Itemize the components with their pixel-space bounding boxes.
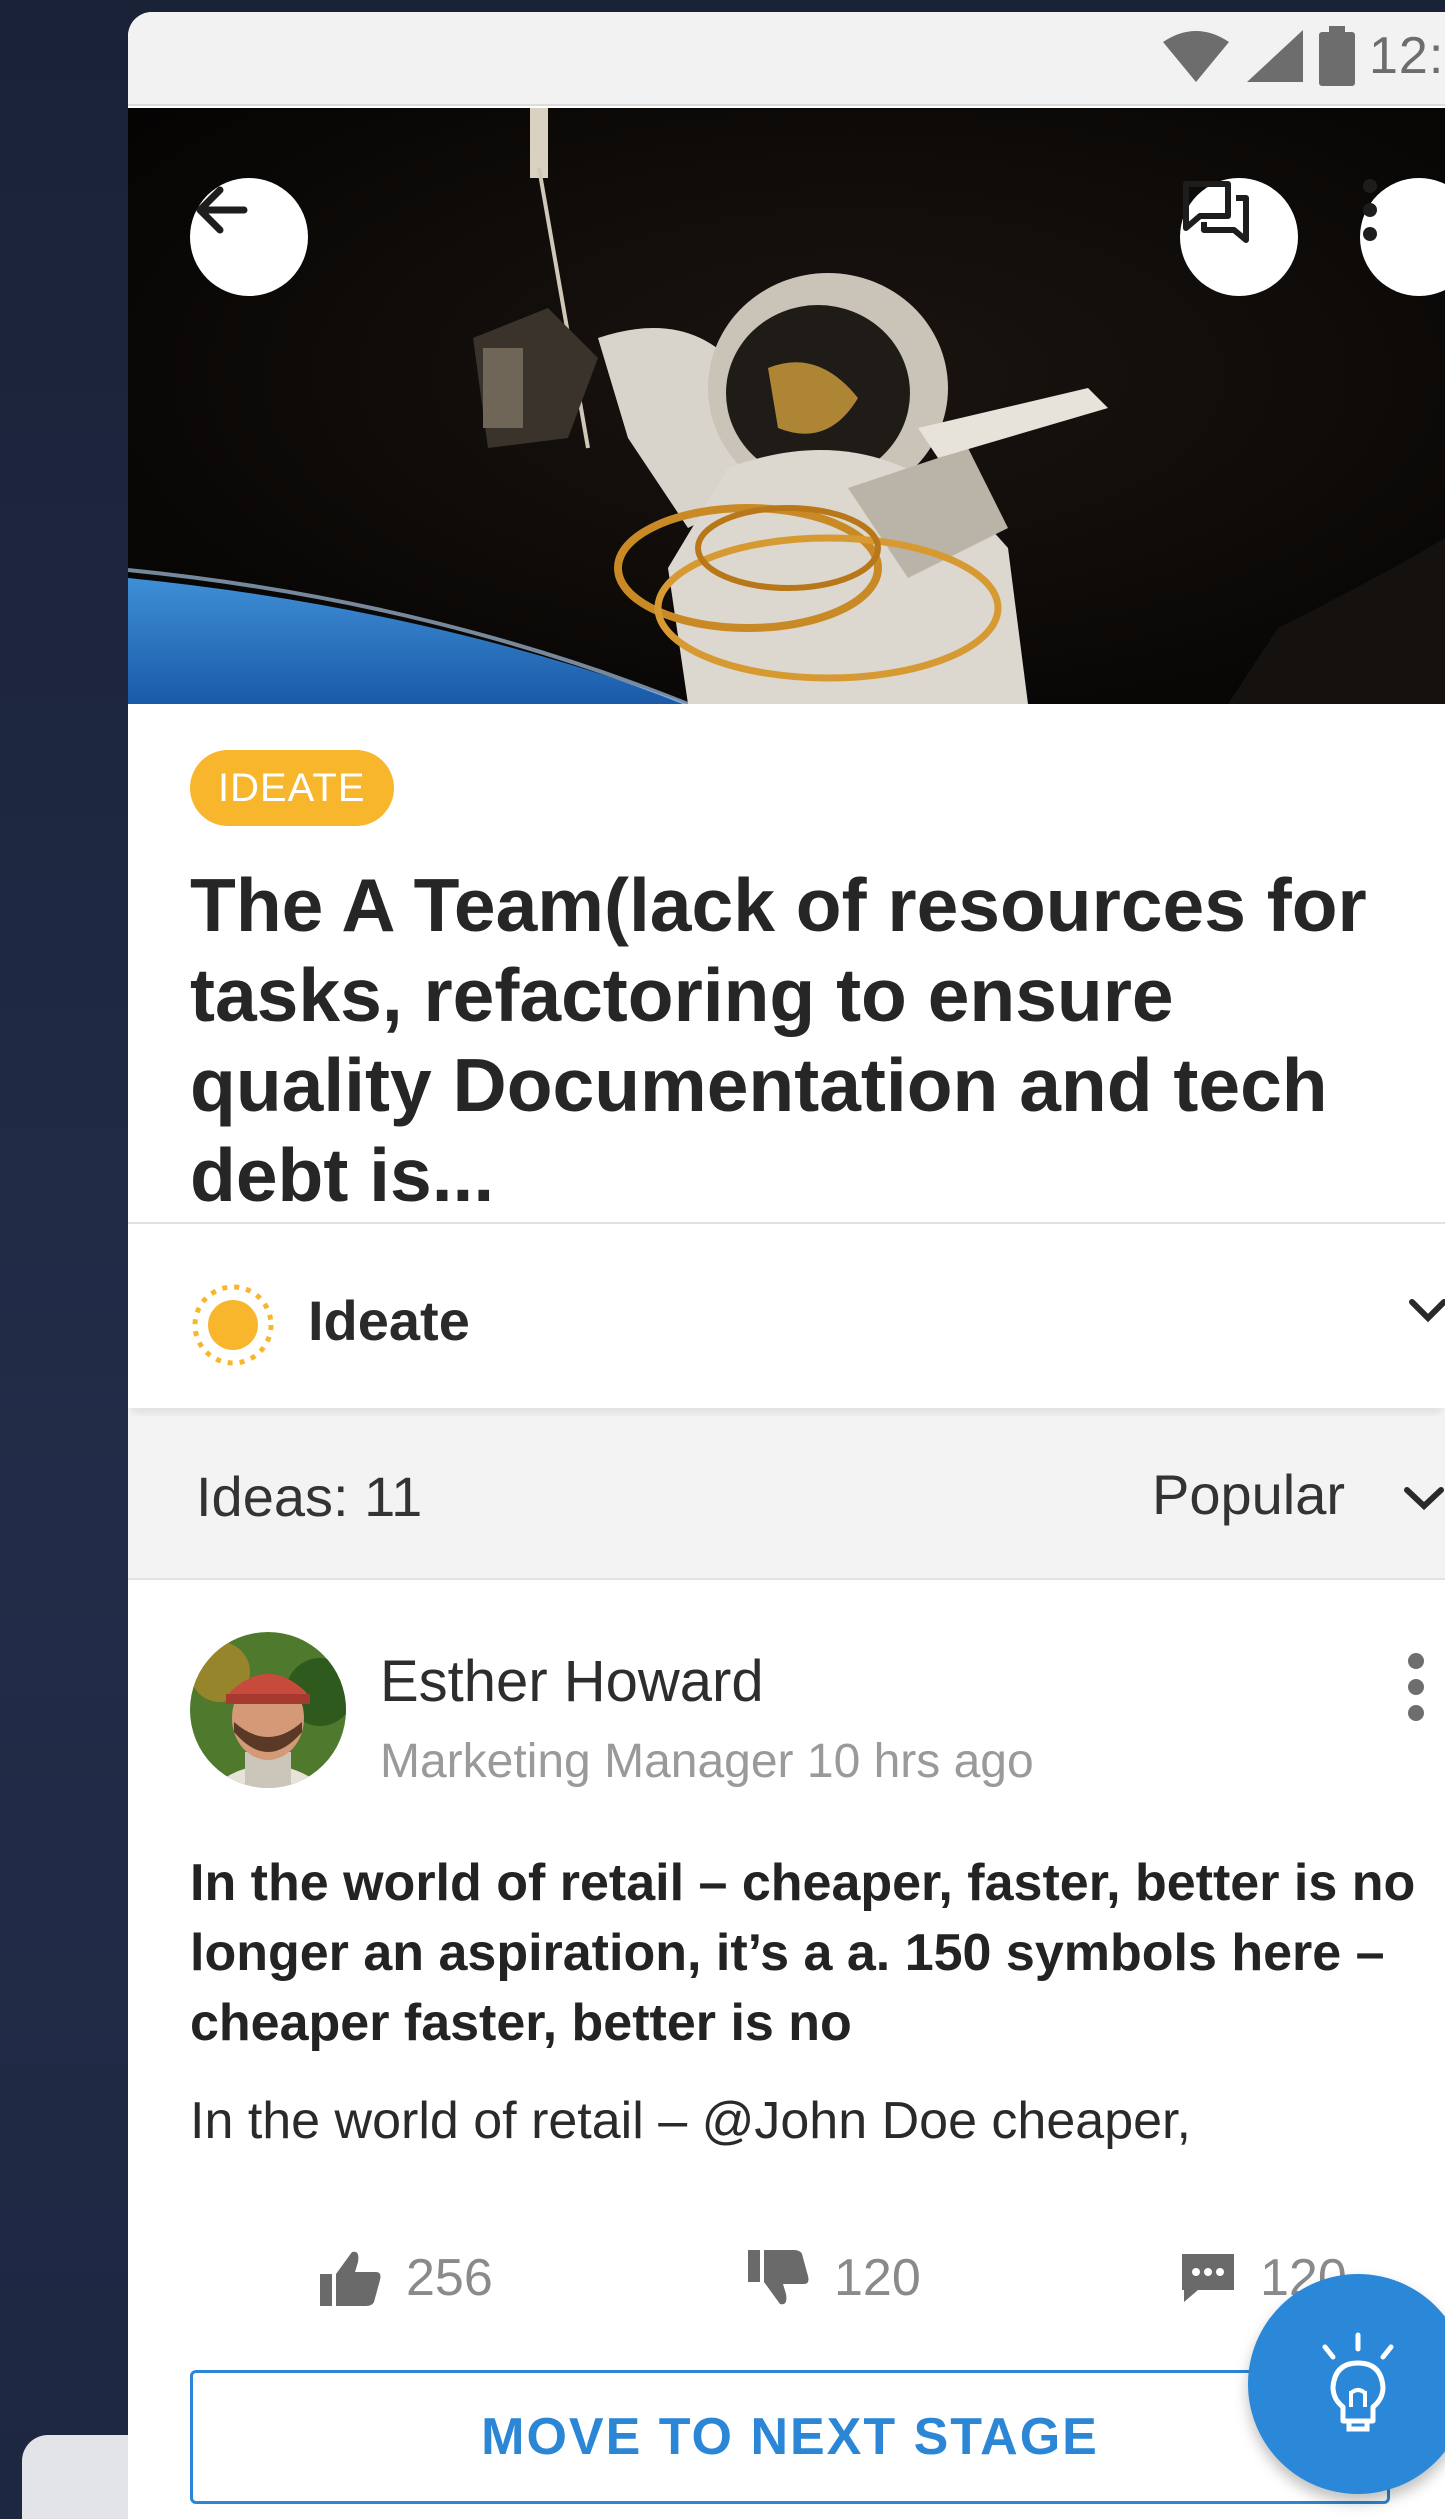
author-name[interactable]: Esther Howard: [380, 1648, 764, 1715]
status-time: 12:: [1369, 27, 1445, 85]
hero-image: [128, 108, 1445, 704]
chat-icon: [1183, 181, 1249, 243]
chevron-down-icon: [1409, 1299, 1445, 1323]
status-icons: 12:: [1161, 26, 1445, 86]
like-count: 256: [406, 2249, 493, 2307]
chevron-down-icon[interactable]: [1403, 1484, 1445, 1514]
stage-selector[interactable]: Ideate: [128, 1228, 1445, 1408]
dislike-count: 120: [834, 2249, 921, 2307]
sun-icon: [192, 1284, 274, 1366]
arrow-left-icon: [196, 186, 248, 234]
battery-icon: [1319, 26, 1355, 86]
thumbs-down-icon: [748, 2250, 809, 2305]
comment-icon: [1182, 2254, 1234, 2302]
idea-title: The A Team(lack of resources for tasks, …: [190, 863, 1367, 1217]
author-meta: Marketing Manager 10 hrs ago: [380, 1735, 1034, 1788]
lightbulb-icon: [1322, 2332, 1394, 2432]
ideas-count: Ideas: 11: [196, 1465, 423, 1528]
signal-icon: [1247, 30, 1303, 82]
phone-screen: 12: IDEATE The A Team(lack of resources …: [128, 12, 1445, 2519]
status-bar: 12:: [128, 12, 1445, 106]
wifi-icon: [1163, 31, 1229, 82]
sort-dropdown[interactable]: Popular: [1152, 1462, 1345, 1527]
like-button[interactable]: 256: [318, 2248, 493, 2308]
back-button[interactable]: [190, 178, 308, 296]
move-to-next-stage-button[interactable]: MOVE TO NEXT STAGE: [190, 2370, 1390, 2504]
more-vertical-icon: [1363, 179, 1377, 241]
stage-badge: IDEATE: [190, 750, 394, 826]
post-body: In the world of retail – cheaper, faster…: [190, 1854, 1416, 2052]
more-vertical-icon[interactable]: [1406, 1652, 1426, 1722]
avatar[interactable]: [190, 1632, 346, 1788]
dislike-button[interactable]: 120: [746, 2248, 921, 2308]
avatar-photo: [190, 1632, 346, 1788]
stage-label: Ideate: [308, 1289, 470, 1352]
ideas-bar: Ideas: 11 Popular: [128, 1416, 1445, 1580]
post-body-secondary: In the world of retail – @John Doe cheap…: [190, 2092, 1191, 2150]
chat-button[interactable]: [1180, 178, 1298, 296]
thumbs-up-icon: [320, 2251, 381, 2306]
divider: [128, 1222, 1445, 1224]
